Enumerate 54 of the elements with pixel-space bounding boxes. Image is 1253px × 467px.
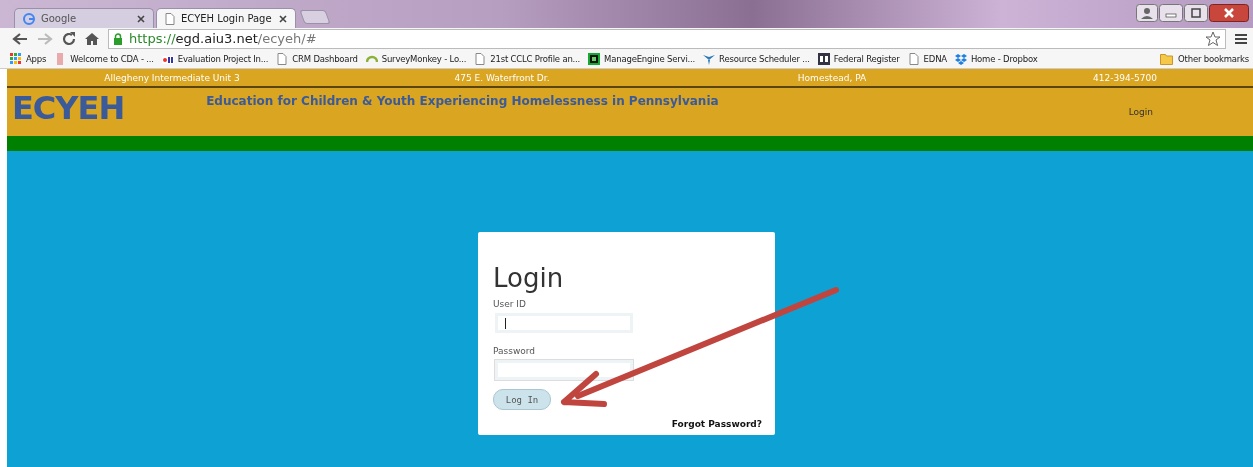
minimize-icon — [1159, 4, 1183, 22]
close-icon — [1209, 4, 1249, 22]
user-id-field[interactable] — [495, 313, 633, 333]
back-icon — [12, 31, 28, 46]
bookmark-link[interactable]: Welcome to CDA - ... — [54, 52, 154, 65]
close-icon — [279, 14, 287, 23]
apps-icon — [10, 52, 22, 65]
bookmark-link[interactable]: CRM Dashboard — [276, 52, 358, 65]
bookmark-link[interactable]: SurveyMonkey - Lo... — [365, 52, 467, 65]
bookmark-icon — [588, 52, 601, 65]
bookmark-link[interactable]: Federal Register — [817, 52, 900, 65]
google-icon — [23, 12, 35, 25]
log-in-button[interactable]: Log In — [493, 389, 551, 410]
bookmark-link[interactable]: Evaluation Project In... — [161, 52, 269, 65]
bookmark-link[interactable]: Apps — [10, 52, 47, 65]
bookmark-folder[interactable]: Other bookmarks — [1160, 52, 1249, 65]
bookmark-link[interactable]: Home - Dropbox — [954, 52, 1038, 65]
bookmark-link[interactable]: EDNA — [907, 52, 947, 65]
site-tagline: Education for Children & Youth Experiencing Homelessness in Pennsylvania — [206, 94, 719, 108]
lock-icon — [113, 32, 123, 45]
forward-icon — [37, 31, 53, 46]
url-text: https://egd.aiu3.net/ecyeh/# — [129, 31, 317, 46]
new-tab-button[interactable] — [299, 10, 331, 24]
bookmark-link[interactable]: 21st CCLC Profile an... — [474, 52, 581, 65]
contact-text: Homestead, PA — [797, 72, 867, 83]
reload-icon — [62, 31, 76, 46]
page-icon — [276, 52, 289, 65]
contact-text: 412-394-5700 — [1093, 72, 1157, 83]
star-icon — [1205, 30, 1221, 47]
bookmark-icon — [703, 52, 716, 65]
page-icon — [474, 52, 487, 65]
user-icon — [1136, 4, 1158, 22]
folder-icon — [1160, 52, 1175, 65]
browser-tab[interactable]: Google — [14, 8, 154, 28]
page-icon — [907, 52, 920, 65]
login-link[interactable]: Login — [1128, 107, 1153, 117]
bookmark-icon — [817, 52, 830, 65]
bookmark-link[interactable]: Resource Scheduler ... — [703, 52, 810, 65]
home-icon — [85, 31, 99, 46]
browser-tab[interactable]: ECYEH Login Page — [156, 8, 296, 28]
field-label: User ID — [493, 299, 526, 309]
forgot-password-link[interactable]: Forgot Password? — [671, 419, 762, 429]
address-bar[interactable]: https://egd.aiu3.net/ecyeh/# — [108, 28, 1226, 49]
bookmark-link[interactable]: ManageEngine Servi... — [588, 52, 696, 65]
maximize-icon — [1184, 4, 1208, 22]
close-icon — [137, 14, 145, 23]
contact-text: Allegheny Intermediate Unit 3 — [104, 72, 240, 83]
field-label: Password — [493, 346, 536, 356]
password-field[interactable] — [495, 360, 633, 380]
login-title: Login — [493, 262, 564, 294]
dropbox-icon — [954, 52, 967, 65]
contact-text: 475 E. Waterfront Dr. — [454, 72, 550, 83]
page-icon — [165, 12, 175, 25]
menu-icon — [1235, 32, 1247, 45]
